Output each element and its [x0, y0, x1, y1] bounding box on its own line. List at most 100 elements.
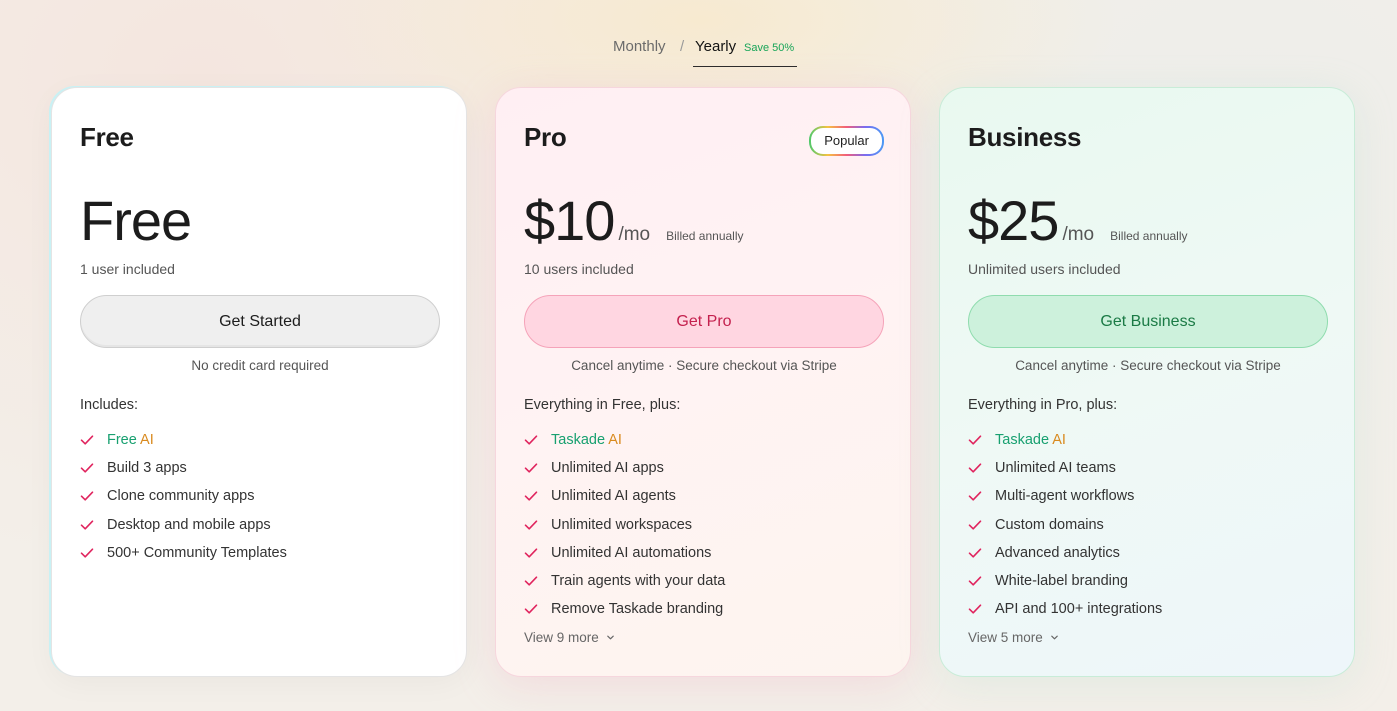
feature-item: 500+ Community Templates	[80, 539, 287, 567]
yearly-option[interactable]: Yearly	[695, 38, 736, 55]
feature-item: Advanced analytics	[968, 539, 1162, 567]
feature-label: Multi-agent workflows	[995, 488, 1135, 505]
feature-label: Train agents with your data	[551, 573, 726, 590]
cta-note: No credit card required	[191, 358, 329, 373]
feature-label: Unlimited workspaces	[551, 516, 693, 533]
feature-label: 500+ Community Templates	[107, 544, 287, 561]
feature-label: Clone community apps	[107, 488, 255, 505]
feature-item: Unlimited workspaces	[524, 511, 725, 539]
feature-label: Desktop and mobile apps	[107, 516, 271, 533]
get-started-button[interactable]: Get Started	[80, 295, 440, 348]
ai-feature-label[interactable]: Taskade AI	[551, 432, 622, 448]
feature-item: Unlimited AI teams	[968, 454, 1162, 482]
feature-item: White-label branding	[968, 567, 1162, 595]
check-icon	[968, 604, 982, 614]
check-icon	[524, 604, 538, 614]
feature-item: Desktop and mobile apps	[80, 511, 287, 539]
check-icon	[80, 520, 94, 530]
plan-name: Business	[968, 122, 1082, 152]
view-more-button[interactable]: View 9 more	[524, 630, 615, 645]
check-icon	[968, 548, 982, 558]
price-row: $10/mo Billed annually	[524, 188, 744, 252]
cta-note: Cancel anytime · Secure checkout via Str…	[571, 358, 837, 373]
plan-price: $25	[968, 189, 1059, 252]
feature-label: Build 3 apps	[107, 460, 187, 477]
features-heading: Includes:	[80, 397, 139, 413]
check-icon	[524, 520, 538, 530]
feature-item: Free AI	[80, 426, 287, 454]
plan-card-free: Free Free 1 user included Get Started No…	[51, 87, 467, 677]
chevron-down-icon	[607, 635, 614, 640]
feature-list: Taskade AI Unlimited AI teams Multi-agen…	[968, 426, 1162, 623]
check-icon	[968, 435, 982, 445]
yearly-selected-underline	[693, 66, 797, 67]
feature-label: Unlimited AI automations	[551, 544, 712, 561]
feature-label: API and 100+ integrations	[995, 601, 1163, 618]
feature-list: Taskade AI Unlimited AI apps Unlimited A…	[524, 426, 725, 623]
features-heading: Everything in Pro, plus:	[968, 397, 1118, 413]
users-included: Unlimited users included	[968, 261, 1121, 277]
check-icon	[524, 576, 538, 586]
feature-list: Free AI Build 3 apps Clone community app…	[80, 426, 287, 567]
feature-label: Advanced analytics	[995, 544, 1120, 561]
feature-item: Multi-agent workflows	[968, 482, 1162, 510]
feature-label: Unlimited AI agents	[551, 488, 676, 505]
feature-item: Unlimited AI agents	[524, 482, 725, 510]
feature-item: Train agents with your data	[524, 567, 725, 595]
plan-price: Free	[80, 189, 192, 252]
feature-item: Build 3 apps	[80, 454, 287, 482]
view-more-button[interactable]: View 5 more	[968, 630, 1059, 645]
price-row: $25/mo Billed annually	[968, 188, 1188, 252]
feature-label: White-label branding	[995, 573, 1128, 590]
feature-item: Clone community apps	[80, 482, 287, 510]
price-period: /mo	[1062, 224, 1095, 245]
check-icon	[968, 576, 982, 586]
price-period: /mo	[618, 224, 651, 245]
check-icon	[524, 491, 538, 502]
toggle-separator: /	[680, 38, 685, 55]
plan-price: $10	[524, 189, 615, 252]
feature-item: Remove Taskade branding	[524, 595, 725, 623]
feature-item: Unlimited AI apps	[524, 454, 725, 482]
features-heading: Everything in Free, plus:	[524, 397, 681, 413]
check-icon	[80, 435, 94, 445]
feature-item: Unlimited AI automations	[524, 539, 725, 567]
plan-card-pro: Pro Popular $10/mo Billed annually 10 use…	[495, 87, 911, 677]
ai-feature-label[interactable]: Taskade AI	[995, 432, 1066, 448]
check-icon	[524, 463, 538, 473]
feature-label: Unlimited AI teams	[995, 460, 1116, 477]
ai-feature-label[interactable]: Free AI	[107, 432, 154, 448]
check-icon	[80, 491, 94, 502]
cta-note: Cancel anytime · Secure checkout via Str…	[1015, 358, 1281, 373]
view-more-label: View 9 more	[524, 630, 599, 645]
feature-item: API and 100+ integrations	[968, 595, 1162, 623]
get-business-button[interactable]: Get Business	[968, 295, 1328, 348]
check-icon	[80, 548, 94, 558]
view-more-label: View 5 more	[968, 630, 1043, 645]
check-icon	[968, 463, 982, 473]
get-pro-button[interactable]: Get Pro	[524, 295, 884, 348]
save-badge: Save 50%	[744, 42, 795, 54]
feature-item: Taskade AI	[968, 426, 1162, 454]
check-icon	[80, 463, 94, 473]
plan-name: Free	[80, 122, 134, 152]
monthly-option[interactable]: Monthly	[613, 38, 666, 55]
feature-item: Taskade AI	[524, 426, 725, 454]
billing-note: Billed annually	[1110, 229, 1188, 243]
check-icon	[968, 520, 982, 530]
check-icon	[524, 435, 538, 445]
billing-note: Billed annually	[666, 229, 744, 243]
check-icon	[524, 548, 538, 558]
feature-item: Custom domains	[968, 511, 1162, 539]
feature-label: Remove Taskade branding	[551, 601, 724, 618]
users-included: 10 users included	[524, 261, 634, 277]
check-icon	[968, 491, 982, 502]
feature-label: Unlimited AI apps	[551, 460, 664, 477]
plan-card-business: Business $25/mo Billed annually Unlimited…	[939, 87, 1355, 677]
popular-badge: Popular	[809, 126, 884, 156]
chevron-down-icon	[1051, 635, 1058, 640]
feature-label: Custom domains	[995, 516, 1104, 533]
price-row: Free	[80, 188, 192, 252]
users-included: 1 user included	[80, 261, 175, 277]
plan-name: Pro	[524, 122, 567, 152]
